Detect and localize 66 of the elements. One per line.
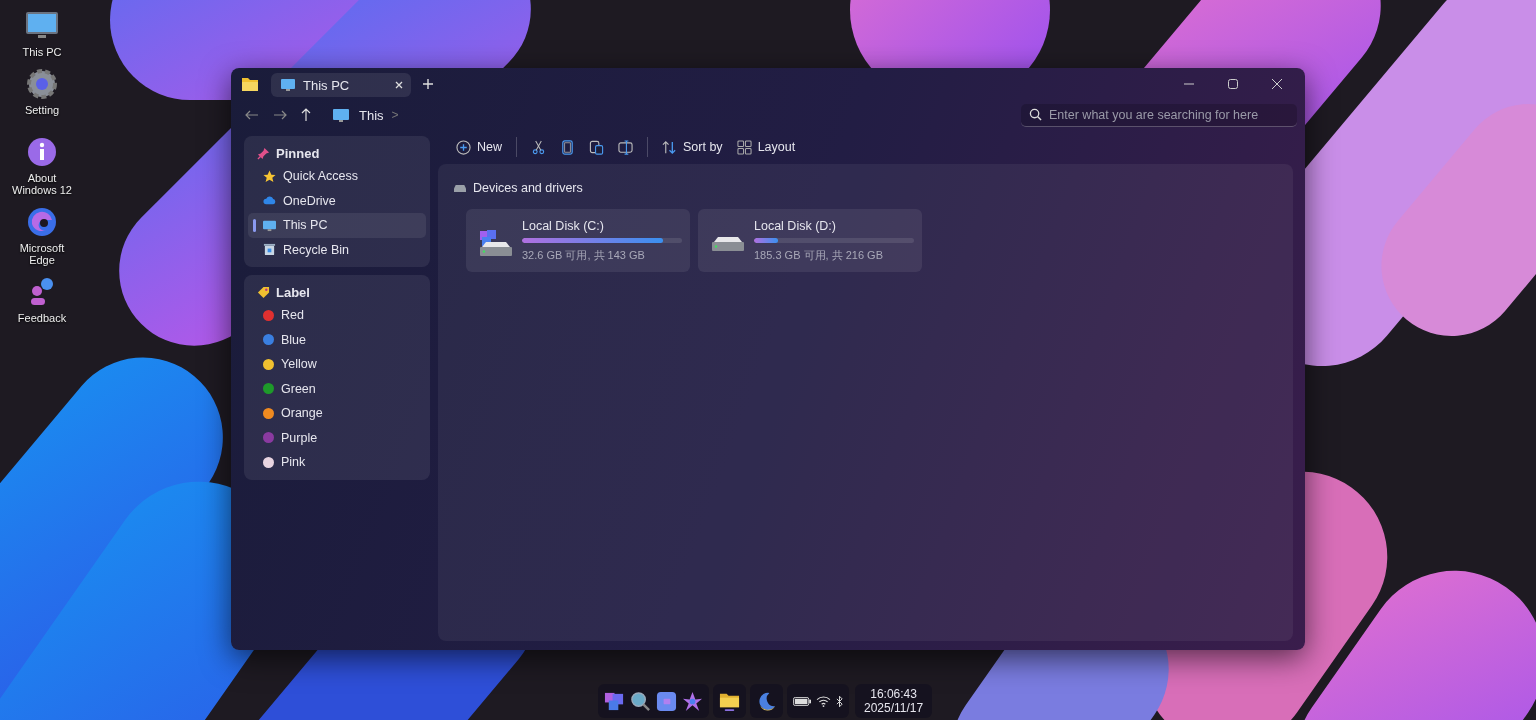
star-icon — [263, 169, 276, 183]
desktop-icon-label[interactable]: Setting — [11, 104, 73, 116]
search-icon[interactable] — [630, 690, 651, 712]
system-tray[interactable] — [787, 684, 849, 718]
sidebar-item[interactable]: Recycle Bin — [248, 237, 426, 262]
monitor-icon — [281, 79, 295, 91]
folder-icon — [241, 76, 259, 92]
battery-icon — [793, 696, 811, 706]
tag-icon — [257, 285, 270, 299]
widgets-icon[interactable] — [656, 690, 677, 712]
start-icon[interactable] — [604, 690, 625, 712]
back-arrow-icon[interactable] — [245, 110, 259, 120]
wifi-icon — [816, 695, 831, 707]
desktop-icon-label[interactable]: This PC — [11, 46, 73, 58]
maximize-icon[interactable] — [1228, 79, 1238, 89]
label-item[interactable]: Red — [248, 303, 426, 328]
toolbar-button[interactable]: Sort by — [658, 135, 727, 159]
search-field[interactable]: Enter what you are searching for here — [1021, 103, 1297, 127]
sidebar-item[interactable]: Quick Access — [248, 164, 426, 189]
monitor-icon — [333, 108, 349, 122]
gear-icon[interactable] — [24, 66, 60, 102]
search-icon — [1029, 108, 1042, 121]
bin-icon — [263, 243, 276, 257]
desktop-icon-label[interactable]: Microsoft Edge — [11, 242, 73, 266]
section-title: Devices and drivers — [473, 181, 583, 195]
label-item[interactable]: Orange — [248, 401, 426, 426]
moon-icon[interactable] — [756, 690, 777, 712]
breadcrumb-item[interactable]: This — [359, 107, 384, 123]
drive-icon — [710, 235, 746, 252]
close-icon[interactable] — [395, 81, 403, 89]
section-title: Label — [276, 284, 310, 300]
clock-date: 2025/11/17 — [864, 701, 924, 715]
layout-icon — [736, 139, 752, 155]
desktop-icon-label[interactable]: About Windows 12 — [11, 172, 73, 196]
add-tab-icon[interactable] — [423, 79, 433, 89]
drive-card[interactable]: Local Disk (C:) 32.6 GB 可用, 共 143 GB — [466, 209, 690, 272]
drive-card[interactable]: Local Disk (D:) 185.3 GB 可用, 共 216 GB — [698, 209, 922, 272]
drive-name: Local Disk (C:) — [522, 218, 605, 233]
forward-arrow-icon[interactable] — [273, 110, 287, 120]
drive-name: Local Disk (D:) — [754, 218, 837, 233]
sidebar-item[interactable]: This PC — [248, 213, 426, 238]
bluetooth-icon — [836, 694, 843, 708]
up-arrow-icon[interactable] — [301, 108, 311, 122]
tab[interactable]: This PC — [271, 73, 411, 97]
label-item[interactable]: Pink — [248, 450, 426, 475]
label-item[interactable]: Blue — [248, 327, 426, 352]
toolbar-button[interactable]: Layout — [732, 135, 800, 159]
sidebar-item[interactable]: OneDrive — [248, 188, 426, 213]
breadcrumb-separator[interactable]: > — [391, 108, 399, 122]
monitor-icon — [263, 218, 276, 232]
pin-icon — [257, 146, 270, 160]
drive-space-text: 32.6 GB 可用, 共 143 GB — [522, 247, 646, 263]
clock[interactable]: 16:06:43 2025/11/17 — [855, 684, 933, 718]
section-title: Pinned — [276, 145, 320, 161]
drive-space-text: 185.3 GB 可用, 共 216 GB — [754, 247, 884, 263]
add-icon — [456, 139, 471, 155]
label-item[interactable]: Green — [248, 376, 426, 401]
toolbar-button[interactable]: New — [452, 135, 506, 159]
system-drive-icon — [478, 228, 514, 259]
sort-icon — [662, 139, 677, 155]
desktop-icon-label[interactable]: Feedback — [11, 312, 73, 324]
label-item[interactable]: Purple — [248, 425, 426, 450]
label-item[interactable]: Yellow — [248, 352, 426, 377]
drive-icon — [454, 184, 466, 192]
clock-time: 16:06:43 — [870, 687, 917, 701]
close-icon[interactable] — [1272, 79, 1282, 89]
